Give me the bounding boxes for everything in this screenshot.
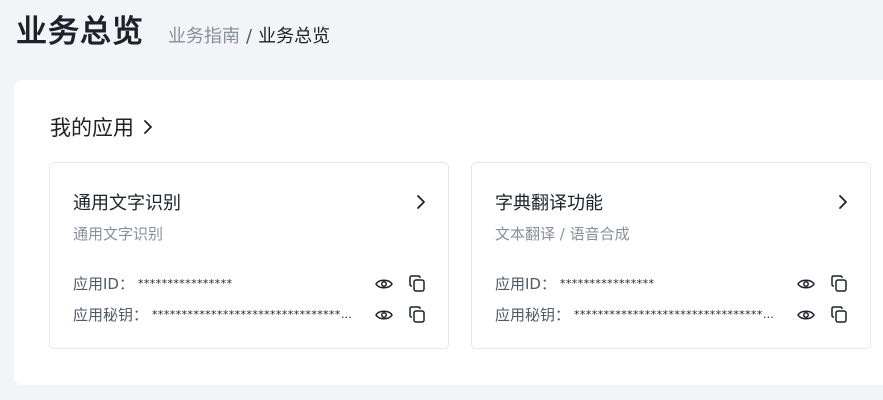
breadcrumb-current: 业务总览: [258, 26, 331, 47]
my-apps-title: 我的应用: [50, 116, 134, 140]
eye-icon[interactable]: [797, 275, 815, 293]
app-secret-row: 应用秘钥： **********************************…: [73, 304, 426, 325]
chevron-right-icon: [143, 119, 153, 135]
breadcrumb-parent-link[interactable]: 业务指南: [168, 26, 240, 47]
app-secret-label: 应用秘钥：: [495, 306, 571, 324]
app-card: 字典翻译功能 文本翻译 / 语音合成 应用ID： ***************…: [471, 162, 871, 349]
copy-icon[interactable]: [830, 275, 848, 293]
app-id-label: 应用ID：: [495, 275, 556, 293]
app-secret-value: **************************************: [152, 308, 352, 321]
app-card-subtitle: 文本翻译 / 语音合成: [495, 225, 630, 243]
app-card-subtitle: 通用文字识别: [73, 225, 164, 243]
chevron-right-icon[interactable]: [416, 194, 426, 210]
app-card-header[interactable]: 字典翻译功能: [495, 189, 848, 215]
page-header: 业务总览 业务指南 / 业务总览: [16, 6, 330, 51]
app-secret-value: **************************************: [574, 308, 774, 321]
app-id-value: ****************: [137, 277, 233, 290]
app-id-row: 应用ID： ****************: [495, 273, 848, 294]
app-id-label: 应用ID：: [73, 275, 134, 293]
breadcrumb: 业务指南 / 业务总览: [168, 22, 330, 48]
app-card-title: 字典翻译功能: [495, 193, 603, 214]
page-title: 业务总览: [16, 14, 144, 50]
copy-icon[interactable]: [830, 306, 848, 324]
copy-icon[interactable]: [408, 306, 426, 324]
app-id-value: ****************: [559, 277, 655, 290]
eye-icon[interactable]: [375, 275, 393, 293]
app-card-title: 通用文字识别: [73, 193, 181, 214]
copy-icon[interactable]: [408, 275, 426, 293]
my-apps-panel: 我的应用 通用文字识别 通用文字识别 应用ID： ***************…: [14, 80, 883, 385]
app-card-header[interactable]: 通用文字识别: [73, 189, 426, 215]
app-secret-label: 应用秘钥：: [73, 306, 149, 324]
app-id-row: 应用ID： ****************: [73, 273, 426, 294]
eye-icon[interactable]: [797, 306, 815, 324]
my-apps-header-link[interactable]: 我的应用: [50, 112, 153, 142]
eye-icon[interactable]: [375, 306, 393, 324]
breadcrumb-separator: /: [246, 26, 253, 47]
app-card: 通用文字识别 通用文字识别 应用ID： **************** 应用秘…: [49, 162, 449, 349]
chevron-right-icon[interactable]: [838, 194, 848, 210]
app-secret-row: 应用秘钥： **********************************…: [495, 304, 848, 325]
